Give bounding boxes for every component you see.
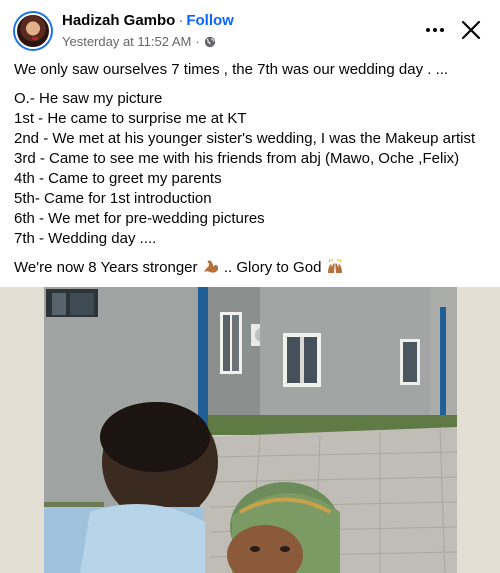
post-text: We only saw ourselves 7 times , the 7th … <box>14 60 494 278</box>
story-line: 7th - Wedding day .... <box>14 230 157 247</box>
outro-middle: .. Glory to God <box>223 259 322 276</box>
post-outro: We're now 8 Years stronger .. Glory to G… <box>14 258 494 278</box>
close-icon[interactable] <box>459 18 483 42</box>
post-header: Hadizah Gambo · Follow Yesterday at 11:52 … <box>0 0 500 60</box>
meta-separator: · <box>195 34 200 49</box>
story-line: 2nd - We met at his younger sister's wed… <box>14 130 476 147</box>
raising-hands-icon <box>327 259 342 273</box>
story-line: 1st - He came to surprise me at KT <box>14 110 247 127</box>
avatar-image <box>15 13 51 49</box>
avatar[interactable] <box>13 11 53 51</box>
flexed-biceps-icon <box>203 260 218 273</box>
more-options-icon[interactable] <box>423 18 447 42</box>
post-meta: Yesterday at 11:52 AM · <box>62 34 216 49</box>
story-line: O.- He saw my picture <box>14 90 163 107</box>
story-line: 6th - We met for pre-wedding pictures <box>14 210 265 227</box>
story-line: 5th- Came for 1st introduction <box>14 190 212 207</box>
photo-image <box>0 287 500 573</box>
follow-button[interactable]: Follow <box>186 12 234 29</box>
post-intro: We only saw ourselves 7 times , the 7th … <box>14 61 449 78</box>
post-timestamp[interactable]: Yesterday at 11:52 AM <box>62 34 191 49</box>
post-photo[interactable] <box>0 287 500 573</box>
story-line: 3rd - Came to see me with his friends fr… <box>14 150 460 167</box>
story-line: 4th - Came to greet my parents <box>14 170 222 187</box>
author-name[interactable]: Hadizah Gambo <box>62 12 175 29</box>
globe-icon[interactable] <box>204 36 216 48</box>
name-separator: · <box>178 12 184 29</box>
author-row: Hadizah Gambo · Follow <box>62 12 234 29</box>
outro-text: We're now 8 Years stronger <box>14 259 198 276</box>
